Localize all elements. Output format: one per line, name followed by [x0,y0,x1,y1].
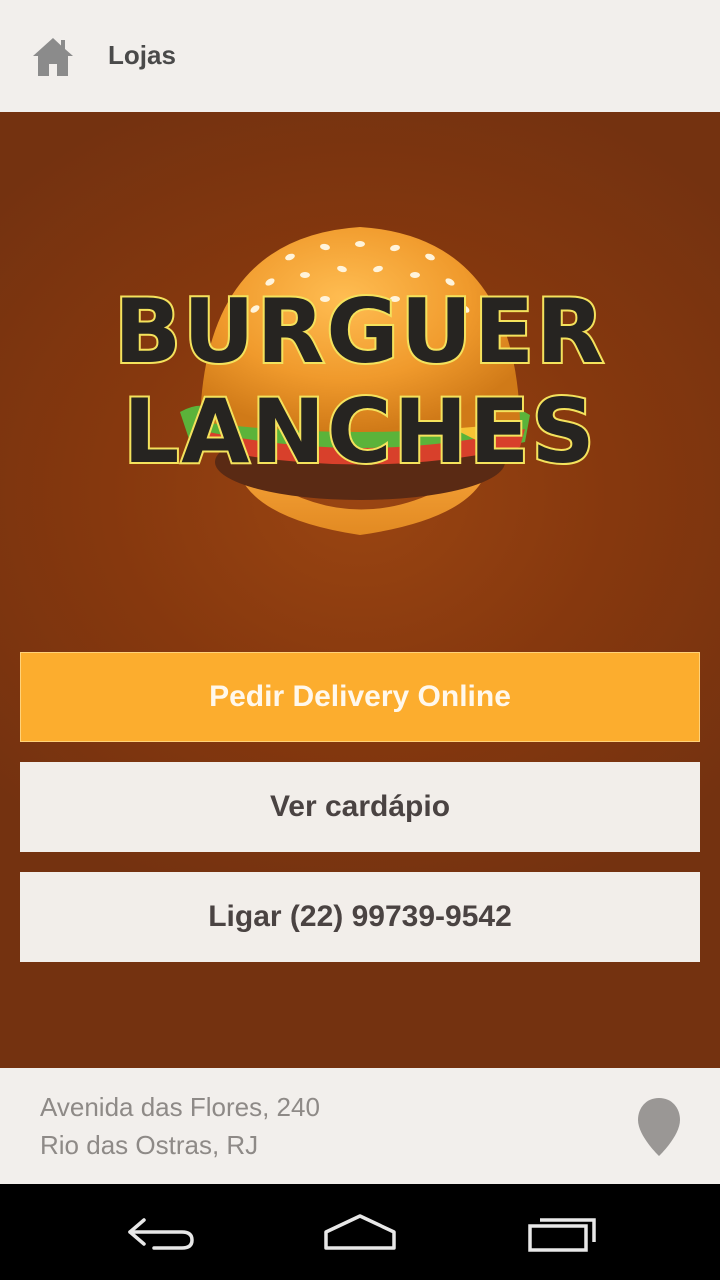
recents-icon[interactable] [526,1212,598,1252]
address-street: Avenida das Flores, 240 [40,1092,320,1122]
app-bar: Lojas [0,0,720,112]
address-bar[interactable]: Avenida das Flores, 240 Rio das Ostras, … [0,1068,720,1184]
map-pin-icon[interactable] [636,1096,682,1158]
order-delivery-button[interactable]: Pedir Delivery Online [20,652,700,742]
view-menu-button[interactable]: Ver cardápio [20,762,700,852]
address-city: Rio das Ostras, RJ [40,1130,259,1160]
logo-text-line2: LANCHES [123,380,597,483]
call-phone-button[interactable]: Ligar (22) 99739-9542 [20,872,700,962]
nav-home-icon[interactable] [322,1212,398,1252]
page-title: Lojas [108,40,176,70]
hero-section: BURGUER LANCHES Pedir Delivery Online Ve… [0,112,720,1068]
back-icon[interactable] [124,1212,196,1252]
logo-text-line1: BURGUER [114,280,606,383]
system-nav-bar [0,1184,720,1280]
burguer-lanches-logo: BURGUER LANCHES [112,227,606,535]
home-icon[interactable] [31,35,75,79]
